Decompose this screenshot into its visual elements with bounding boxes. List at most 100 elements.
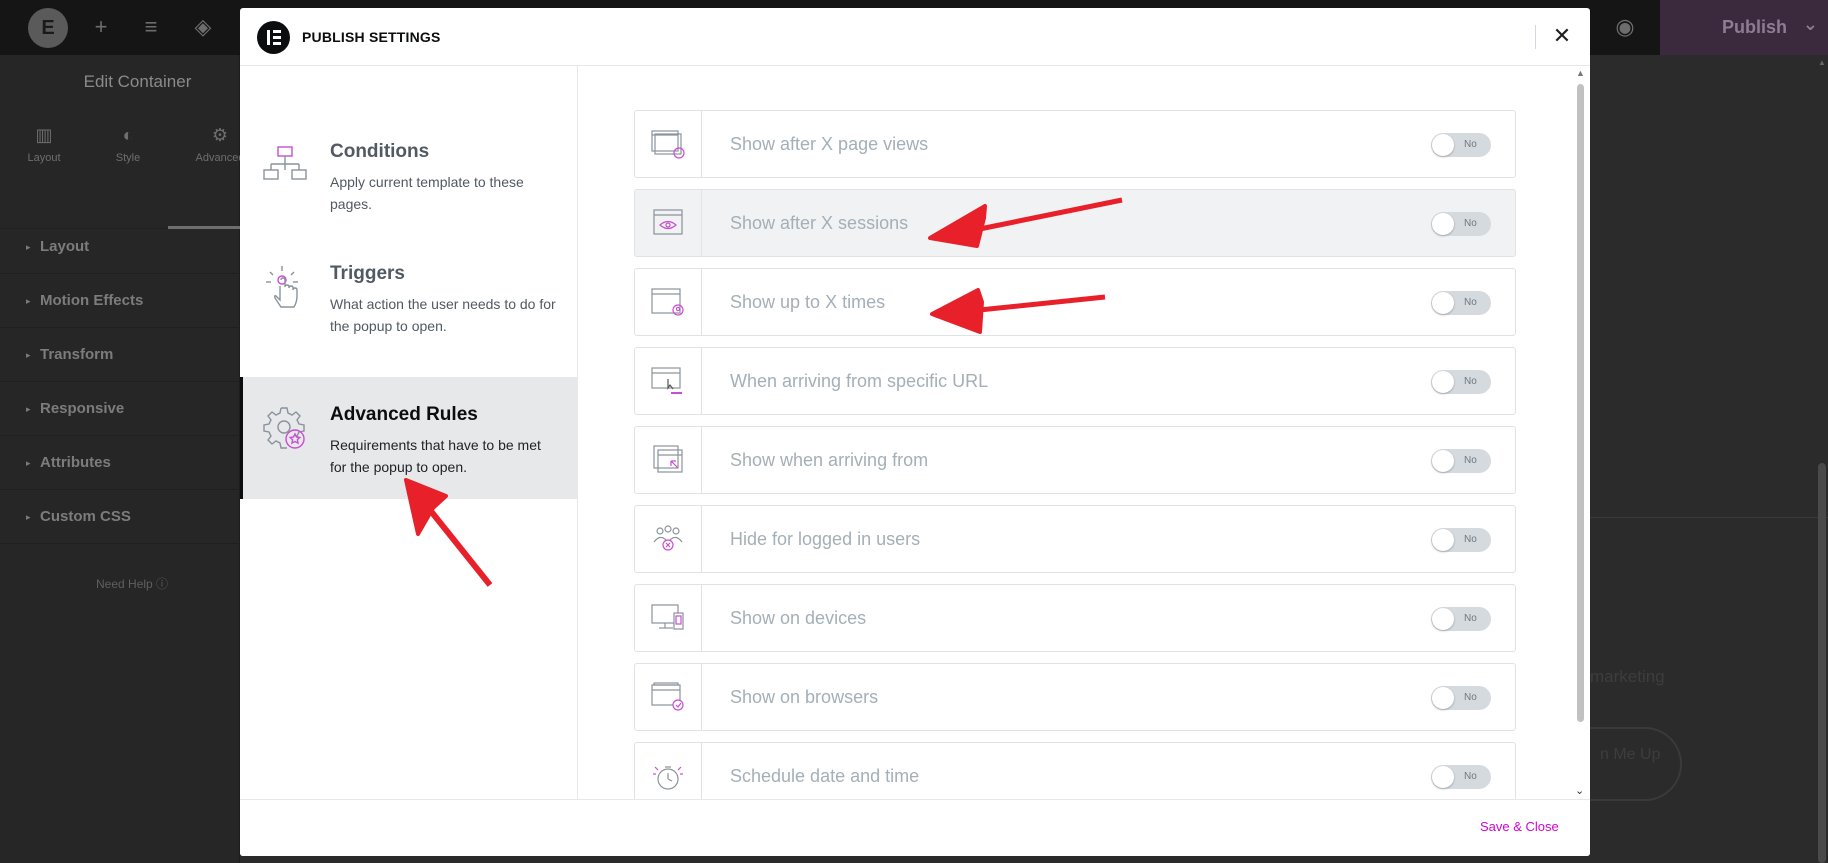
preview-eye-icon[interactable]: ◉	[1612, 14, 1638, 40]
toggle-label: No	[1464, 297, 1477, 308]
rule-toggle[interactable]: No	[1431, 528, 1491, 552]
rule-row-schedule: Schedule date and time No	[634, 742, 1516, 799]
tab-style[interactable]: ◐ Style	[88, 125, 168, 164]
rule-icon-cell	[635, 585, 702, 651]
scroll-up-icon[interactable]: ▲	[1576, 68, 1585, 78]
gear-star-icon	[263, 407, 305, 449]
editor-canvas: marketing n Me Up	[1590, 55, 1828, 863]
rule-label: Show on devices	[730, 608, 867, 628]
rule-row-devices: Show on devices No	[634, 584, 1516, 652]
rule-row-logged-in-users: Hide for logged in users No	[634, 505, 1516, 573]
rule-row-specific-url: When arriving from specific URL No	[634, 347, 1516, 415]
tab-advanced-label: Advanced	[195, 152, 245, 164]
section-custom-css[interactable]: ▸ Custom CSS	[0, 490, 240, 544]
need-help-link[interactable]: Need Help ⓘ	[96, 575, 168, 592]
rules-scrollbar[interactable]: ▲ ⌄	[1574, 68, 1586, 798]
section-motion-effects[interactable]: ▸ Motion Effects	[0, 274, 240, 328]
browser-check-icon	[651, 682, 684, 711]
toggle-label: No	[1464, 376, 1477, 387]
caret-right-icon: ▸	[26, 296, 31, 306]
save-and-close-button[interactable]: Save & Close	[1480, 819, 1559, 834]
settings-sliders-icon[interactable]: ≡	[138, 14, 164, 40]
user-window-icon	[651, 288, 684, 316]
rule-label: Show when arriving from	[730, 450, 929, 470]
scroll-down-icon[interactable]: ⌄	[1575, 784, 1584, 797]
rule-toggle[interactable]: No	[1431, 449, 1491, 473]
close-icon[interactable]: ✕	[1548, 22, 1576, 50]
sessions-eye-icon	[653, 209, 683, 235]
section-label: Attributes	[40, 454, 111, 471]
rule-icon-cell	[635, 664, 702, 730]
header-divider	[1535, 25, 1536, 49]
toggle-label: No	[1464, 455, 1477, 466]
toggle-knob	[1432, 608, 1454, 630]
rule-label: Schedule date and time	[730, 766, 920, 786]
chevron-down-icon[interactable]: ⌄	[1803, 14, 1818, 35]
rule-row-up-to-x-times: Show up to X times No	[634, 268, 1516, 336]
publish-button[interactable]: Publish ⌄	[1660, 0, 1828, 55]
arriving-from-icon	[653, 445, 683, 473]
nav-item-conditions[interactable]: Conditions Apply current template to the…	[240, 114, 577, 236]
sitemap-icon	[263, 146, 307, 180]
section-label: Responsive	[40, 400, 125, 417]
layers-icon[interactable]: ◈	[190, 14, 216, 40]
caret-right-icon: ▸	[26, 458, 31, 468]
section-label: Motion Effects	[40, 292, 144, 309]
rule-row-sessions: Show after X sessions No	[634, 189, 1516, 257]
rule-toggle[interactable]: No	[1431, 212, 1491, 236]
modal-footer: Save & Close	[240, 799, 1590, 856]
publish-settings-nav: Conditions Apply current template to the…	[240, 66, 578, 799]
toggle-label: No	[1464, 692, 1477, 703]
scrollbar-thumb[interactable]	[1577, 84, 1584, 722]
rule-label: Hide for logged in users	[730, 529, 921, 549]
modal-header: PUBLISH SETTINGS ✕	[240, 8, 1590, 66]
toggle-knob	[1432, 766, 1454, 788]
sidebar-title: Edit Container	[83, 72, 192, 91]
canvas-button: n Me Up	[1590, 727, 1682, 801]
elementor-logo-icon	[257, 21, 290, 54]
section-responsive[interactable]: ▸ Responsive	[0, 382, 240, 436]
nav-description: Apply current template to these pages.	[330, 174, 524, 212]
section-attributes[interactable]: ▸ Attributes	[0, 436, 240, 490]
rule-icon-cell	[635, 190, 702, 256]
add-element-icon[interactable]: +	[88, 14, 114, 40]
canvas-divider	[1590, 517, 1828, 518]
toggle-knob	[1432, 292, 1454, 314]
rule-label: When arriving from specific URL	[730, 371, 989, 391]
tab-layout-label: Layout	[27, 152, 61, 164]
nav-item-advanced-rules[interactable]: Advanced Rules Requirements that have to…	[240, 377, 577, 499]
elementor-logo-icon[interactable]: E	[28, 8, 68, 48]
toggle-knob	[1432, 529, 1454, 551]
style-icon: ◐	[122, 125, 134, 145]
section-label: Transform	[40, 346, 114, 363]
page-views-icon	[651, 130, 685, 159]
toggle-label: No	[1464, 771, 1477, 782]
publish-settings-modal: PUBLISH SETTINGS ✕ Conditions Apply curr…	[240, 8, 1590, 856]
rule-toggle[interactable]: No	[1431, 291, 1491, 315]
section-layout[interactable]: ▸ Layout	[0, 220, 240, 274]
page-scroll-up-icon[interactable]: ▲	[1818, 58, 1826, 68]
devices-icon	[651, 604, 684, 630]
canvas-text: marketing	[1590, 667, 1665, 686]
rule-toggle[interactable]: No	[1431, 133, 1491, 157]
rule-row-browsers: Show on browsers No	[634, 663, 1516, 731]
rule-toggle[interactable]: No	[1431, 686, 1491, 710]
rule-toggle[interactable]: No	[1431, 607, 1491, 631]
tab-layout[interactable]: ▥ Layout	[4, 125, 84, 164]
section-transform[interactable]: ▸ Transform	[0, 328, 240, 382]
toggle-label: No	[1464, 139, 1477, 150]
rule-row-page-views: Show after X page views No	[634, 110, 1516, 178]
rule-label: Show after X sessions	[730, 213, 909, 233]
toggle-label: No	[1464, 534, 1477, 545]
publish-label: Publish	[1722, 17, 1788, 37]
nav-item-triggers[interactable]: Triggers What action the user needs to d…	[240, 236, 577, 358]
toggle-knob	[1432, 213, 1454, 235]
section-label: Layout	[40, 238, 90, 255]
modal-title: PUBLISH SETTINGS	[302, 29, 441, 45]
rule-label: Show on browsers	[730, 687, 879, 707]
rule-toggle[interactable]: No	[1431, 765, 1491, 789]
page-scrollbar[interactable]	[1818, 463, 1826, 863]
rule-toggle[interactable]: No	[1431, 370, 1491, 394]
caret-right-icon: ▸	[26, 404, 31, 414]
help-circle-icon: ⓘ	[156, 577, 169, 591]
